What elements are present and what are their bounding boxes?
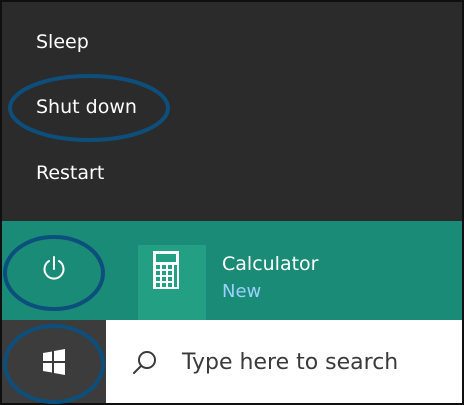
calculator-tile[interactable] [138,245,206,305]
power-icon [43,256,65,280]
restart-option[interactable]: Restart [2,146,462,200]
search-icon [133,351,156,374]
calculator-label: Calculator [222,253,319,275]
search-placeholder: Type here to search [182,350,399,375]
screenshot-frame: Sleep Shut down Restart Calculator New T… [0,0,464,405]
start-menu-panel: Calculator New [2,221,462,320]
next-tile-edge [138,305,206,320]
shut-down-label: Shut down [36,96,137,118]
start-button[interactable] [2,320,106,403]
windows-logo-icon [43,349,65,375]
calculator-icon [153,251,179,289]
shut-down-option[interactable]: Shut down [2,80,462,134]
sleep-label: Sleep [36,31,89,53]
power-menu: Sleep Shut down Restart [2,2,462,221]
search-box[interactable]: Type here to search [106,320,462,403]
taskbar: Type here to search [2,320,462,403]
restart-label: Restart [36,162,105,184]
power-button[interactable] [22,247,86,297]
new-badge: New [222,281,262,302]
sleep-option[interactable]: Sleep [2,15,462,69]
